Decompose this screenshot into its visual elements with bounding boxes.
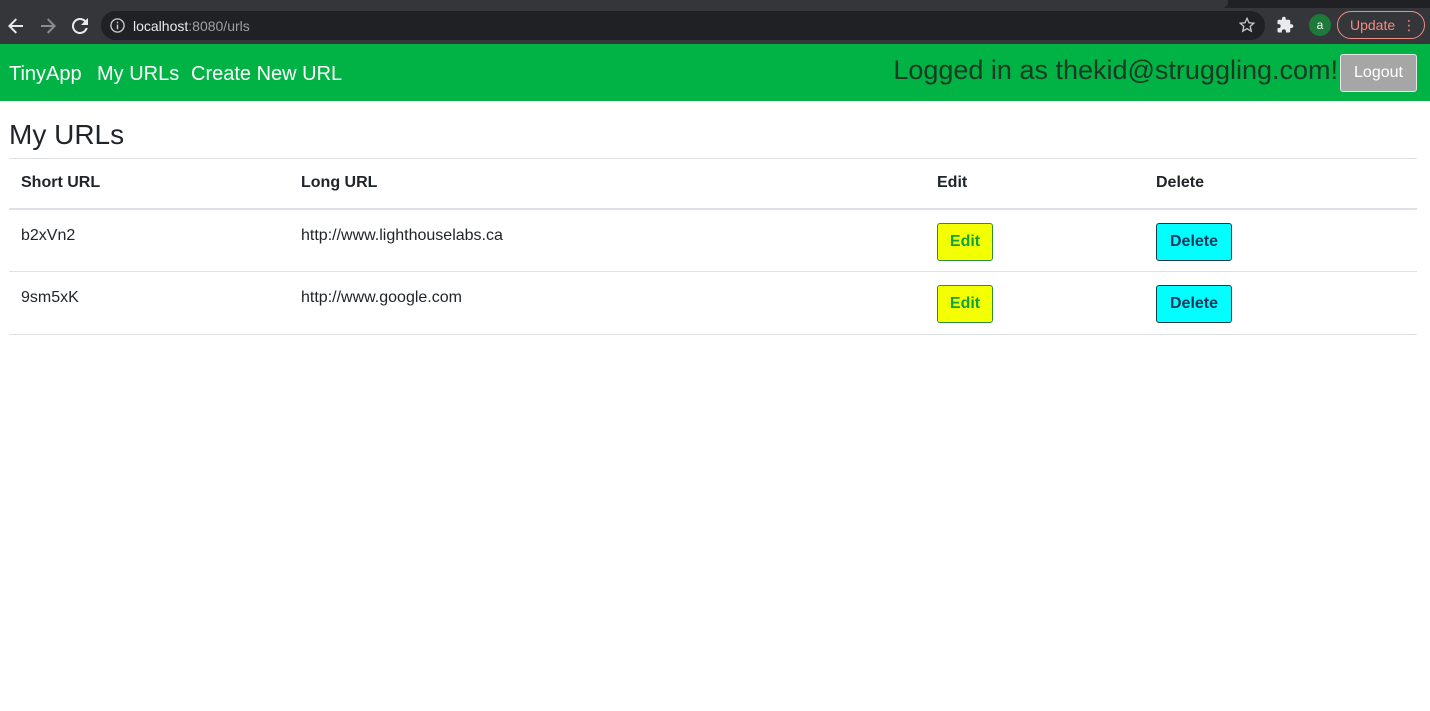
browser-chrome: localhost:8080/urls a Update ⋮ [0, 0, 1430, 44]
edit-cell: Edit [925, 208, 1144, 272]
table-header-row: Short URL Long URL Edit Delete [9, 158, 1417, 210]
tab-strip [0, 0, 1430, 8]
delete-cell: Delete [1144, 271, 1417, 335]
long-url-cell: http://www.google.com [289, 271, 925, 335]
header-delete: Delete [1144, 158, 1417, 210]
logged-in-status: Logged in as thekid@struggling.com! [893, 55, 1338, 85]
header-long-url: Long URL [289, 158, 925, 210]
long-url: http://www.google.com [301, 289, 462, 306]
logout-button[interactable]: Logout [1340, 54, 1417, 92]
update-button[interactable]: Update ⋮ [1337, 11, 1425, 39]
reload-button[interactable] [64, 10, 96, 42]
my-urls-link[interactable]: My URLs [97, 62, 179, 86]
forward-button[interactable] [32, 10, 64, 42]
page-title: My URLs [9, 119, 125, 150]
puzzle-icon[interactable] [1276, 16, 1294, 39]
header-edit: Edit [925, 158, 1144, 210]
url-path: :8080/urls [188, 17, 250, 34]
profile-avatar[interactable]: a [1309, 14, 1331, 36]
forward-arrow-icon [41, 18, 56, 34]
long-url-cell: http://www.lighthouselabs.ca [289, 208, 925, 272]
edit-cell: Edit [925, 271, 1144, 335]
active-tab-edge [0, 0, 1228, 8]
update-label: Update [1350, 17, 1396, 33]
address-bar[interactable]: localhost:8080/urls [101, 11, 1265, 40]
table-row: b2xVn2 http://www.lighthouselabs.ca Edit… [9, 208, 1417, 272]
info-icon[interactable] [101, 18, 133, 33]
reload-icon [72, 18, 88, 34]
urls-table: Short URL Long URL Edit Delete b2xVn2 ht… [9, 158, 1417, 335]
edit-button[interactable]: Edit [937, 222, 993, 261]
browser-toolbar: localhost:8080/urls a Update ⋮ [0, 8, 1430, 44]
url-host: localhost [133, 17, 189, 34]
delete-button[interactable]: Delete [1156, 285, 1232, 323]
short-url: b2xVn2 [21, 226, 76, 244]
app-navbar: TinyApp My URLs Create New URL Logged in… [0, 44, 1430, 101]
short-url-cell: b2xVn2 [9, 208, 289, 272]
long-url: http://www.lighthouselabs.ca [301, 226, 503, 244]
more-vert-icon: ⋮ [1402, 17, 1416, 33]
url-text: localhost:8080/urls [133, 18, 250, 34]
edit-button[interactable]: Edit [937, 285, 993, 323]
delete-cell: Delete [1144, 208, 1417, 272]
star-icon[interactable] [1238, 16, 1256, 38]
back-arrow-icon [8, 18, 23, 34]
delete-button[interactable]: Delete [1156, 222, 1232, 261]
header-short-url: Short URL [9, 158, 289, 210]
create-new-url-link[interactable]: Create New URL [191, 62, 342, 86]
brand-link[interactable]: TinyApp [9, 62, 82, 86]
short-url-cell: 9sm5xK [9, 271, 289, 335]
table-row: 9sm5xK http://www.google.com Edit Delete [9, 271, 1417, 335]
short-url: 9sm5xK [21, 289, 79, 306]
back-button[interactable] [0, 10, 32, 42]
